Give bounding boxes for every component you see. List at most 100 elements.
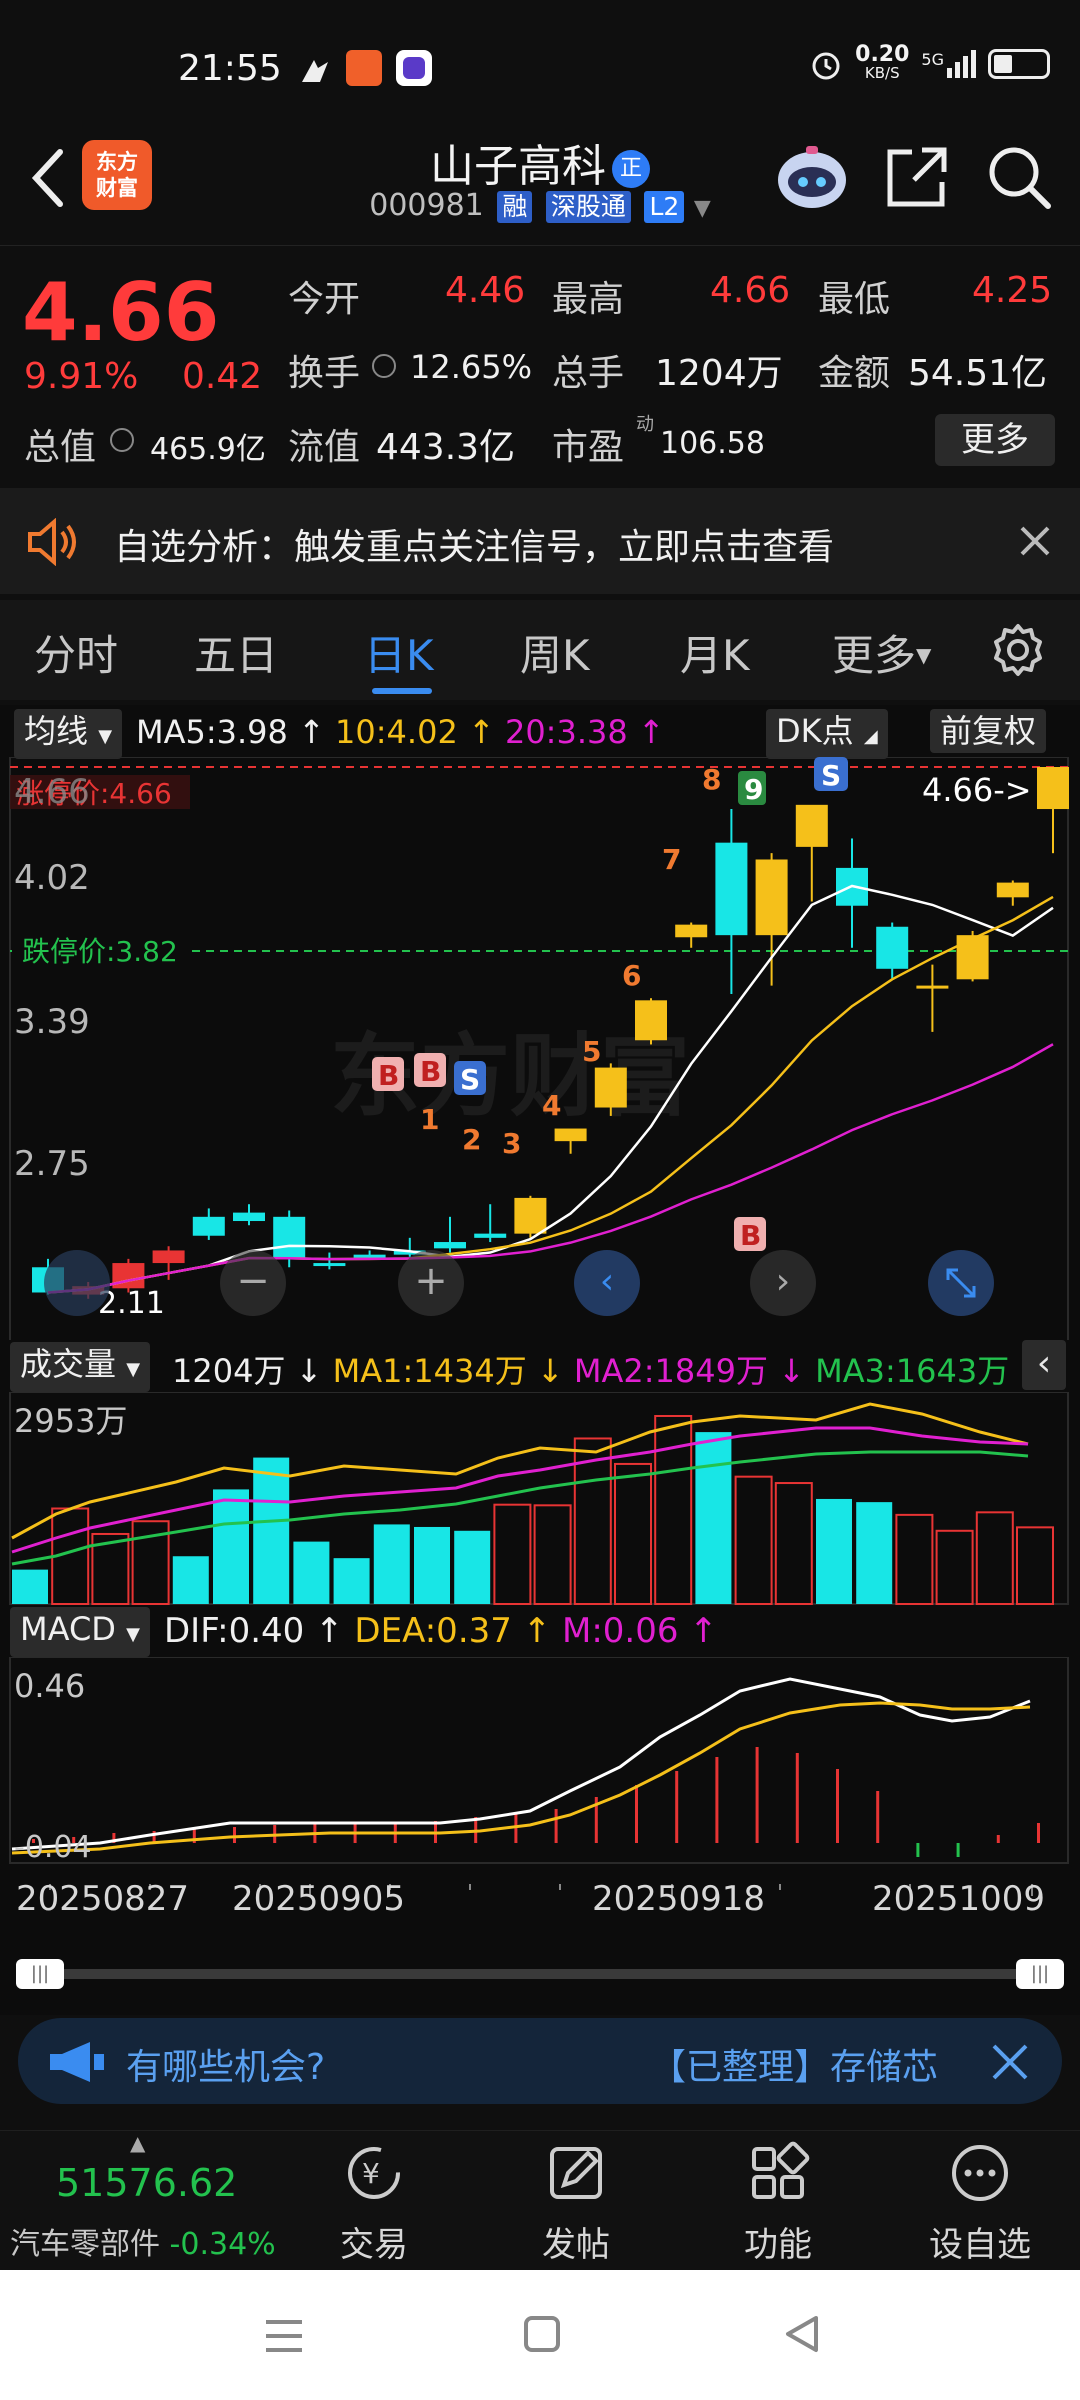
candle-body (152, 1250, 185, 1264)
kline-panel[interactable]: 均线 ▼ MA5:3.98 ↑ 10:4.02 ↑ 20:3.38 ↑ DK点 … (0, 705, 1080, 1345)
share-icon[interactable] (882, 142, 952, 212)
open-value: 4.46 (445, 270, 526, 311)
scroll-handle-right[interactable]: ||| (1016, 1959, 1064, 1989)
open-label: 今开 (288, 279, 361, 320)
macd-bar (554, 1809, 558, 1843)
fullscreen-button[interactable] (928, 1250, 994, 1316)
status-right: 0.20 KB/S 5G (809, 42, 1050, 83)
svg-text:9: 9 (744, 773, 763, 806)
candle-body (273, 1216, 306, 1259)
volume-legend: 1204万 ↓ MA1:1434万 ↓ MA2:1849万 ↓ MA3:1643… (172, 1352, 1046, 1390)
volume-bar (935, 1529, 974, 1605)
tab-intraday[interactable]: 分时 (34, 622, 118, 683)
volume-bar (172, 1556, 209, 1604)
svg-text:S: S (460, 1063, 480, 1096)
candle-body (635, 1000, 667, 1041)
candle-body (474, 1233, 507, 1238)
home-icon[interactable] (522, 2314, 562, 2354)
nav-trade[interactable]: ¥ 交易 (274, 2141, 474, 2266)
ai-robot-icon[interactable] (772, 138, 852, 218)
volume-bar (213, 1489, 249, 1604)
news-left-text: 有哪些机会? (126, 2047, 326, 2088)
svg-text:B: B (378, 1059, 399, 1092)
volume-bar (253, 1457, 290, 1604)
adjust-select[interactable]: 前复权 (930, 709, 1047, 753)
info-icon[interactable] (110, 428, 134, 452)
macd-select[interactable]: MACD ▼ (10, 1607, 150, 1657)
tab-daily-k[interactable]: 日K (364, 622, 434, 683)
high-label: 最高 (552, 279, 625, 320)
volume-panel[interactable]: 成交量 ▼ 1204万 ↓ MA1:1434万 ↓ MA2:1849万 ↓ MA… (0, 1340, 1080, 1605)
amount-label: 金额 (818, 353, 891, 394)
zoom-out-far-button[interactable] (44, 1250, 110, 1316)
news-ticker[interactable]: 有哪些机会? 【已整理】存储芯 (18, 2018, 1062, 2104)
system-nav-bar (0, 2270, 1080, 2400)
caret-up-icon: ▲ (130, 2131, 146, 2155)
bottom-toolbar: ▲ 51576.62 汽车零部件 -0.34% ¥ 交易 发帖 功能 设自选 (0, 2130, 1080, 2270)
volume-bar (856, 1502, 893, 1604)
svg-text:7: 7 (662, 843, 681, 876)
chevron-down-icon: ▼ (98, 726, 113, 747)
volume-bar (734, 1475, 773, 1605)
svg-text:2: 2 (462, 1123, 481, 1156)
macd-chart[interactable]: 0.46 -0.04 (0, 1657, 1080, 1865)
zoom-in-button[interactable]: + (398, 1250, 464, 1316)
date-label-2: 20250905 (232, 1879, 406, 1919)
tab-more[interactable]: 更多▼ (832, 622, 931, 683)
nav-post[interactable]: 发帖 (476, 2141, 676, 2266)
date-label-1: 20250827 (16, 1879, 190, 1919)
notice-banner[interactable]: 自选分析：触发重点关注信号，立即点击查看 (0, 488, 1080, 594)
date-axis: 20250827 20250905 20250918 20251009 (0, 1865, 1080, 1935)
scroll-left-button[interactable]: ‹ (574, 1250, 640, 1316)
candle-body (112, 1263, 145, 1289)
volume-bar (975, 1511, 1014, 1605)
zoom-out-button[interactable]: − (220, 1250, 286, 1316)
svg-text:4: 4 (542, 1089, 561, 1122)
gear-icon[interactable] (990, 622, 1046, 678)
volume-bar (1016, 1526, 1054, 1605)
scroll-right-button[interactable]: › (750, 1250, 816, 1316)
info-icon[interactable] (372, 354, 396, 378)
close-icon[interactable] (990, 2042, 1030, 2082)
ma20-legend: 20:3.38 (504, 713, 628, 751)
menu-icon[interactable] (262, 2316, 306, 2356)
volume-bar (493, 1503, 532, 1605)
sector-index[interactable]: 汽车零部件 -0.34% (10, 2219, 276, 2263)
macd-y-max: 0.46 (14, 1667, 85, 1705)
scroll-handle-left[interactable]: ||| (16, 1959, 64, 1989)
dk-point-select[interactable]: DK点 ◢ (766, 709, 888, 759)
tab-five-day[interactable]: 五日 (194, 622, 278, 683)
tab-weekly-k[interactable]: 周K (520, 622, 590, 683)
nav-add-watchlist[interactable]: 设自选 (880, 2141, 1080, 2266)
ma10-legend: 10:4.02 (335, 713, 458, 751)
net-speed: 0.20 KB/S (855, 42, 910, 83)
close-icon[interactable] (1018, 524, 1052, 558)
tab-indicator (372, 688, 432, 694)
kline-chart[interactable]: 东方财富 涨停价:4.66 4.66 4.02 跌停价:3.82 3.39 2.… (0, 757, 1080, 1345)
volume-bar (895, 1513, 934, 1605)
search-icon[interactable] (984, 142, 1054, 212)
app-notification-icon (346, 50, 382, 86)
chevron-down-icon: ▼ (126, 1624, 140, 1645)
indicator-select[interactable]: 均线 ▼ (14, 709, 123, 759)
change-amount: 0.42 (182, 356, 263, 397)
svg-text:5: 5 (582, 1035, 601, 1068)
zheng-badge: 正 (612, 150, 650, 188)
y-axis-label-4: 2.75 (14, 1144, 90, 1184)
range-scroller[interactable]: ||| ||| (0, 1935, 1080, 2015)
more-button[interactable]: 更多 (935, 414, 1055, 466)
volume-select[interactable]: 成交量 ▼ (10, 1342, 151, 1392)
nav-features[interactable]: 功能 (678, 2141, 878, 2266)
back-nav-icon[interactable] (782, 2314, 822, 2354)
l2-tag: L2 (644, 191, 685, 223)
macd-bar (956, 1843, 960, 1857)
sector-index-value[interactable]: 51576.62 (56, 2161, 237, 2205)
tab-monthly-k[interactable]: 月K (680, 622, 750, 683)
macd-panel[interactable]: MACD ▼ DIF:0.40 ↑ DEA:0.37 ↑ M:0.06 ↑ 0.… (0, 1605, 1080, 1865)
volume-bar (774, 1482, 813, 1605)
svg-text:¥: ¥ (362, 2157, 380, 2190)
last-price-pointer: 4.66-> (922, 771, 1032, 809)
macd-bar (795, 1753, 799, 1843)
collapse-button[interactable]: ‹ (1022, 1340, 1066, 1390)
volume-chart[interactable]: 2953万 (0, 1392, 1080, 1605)
